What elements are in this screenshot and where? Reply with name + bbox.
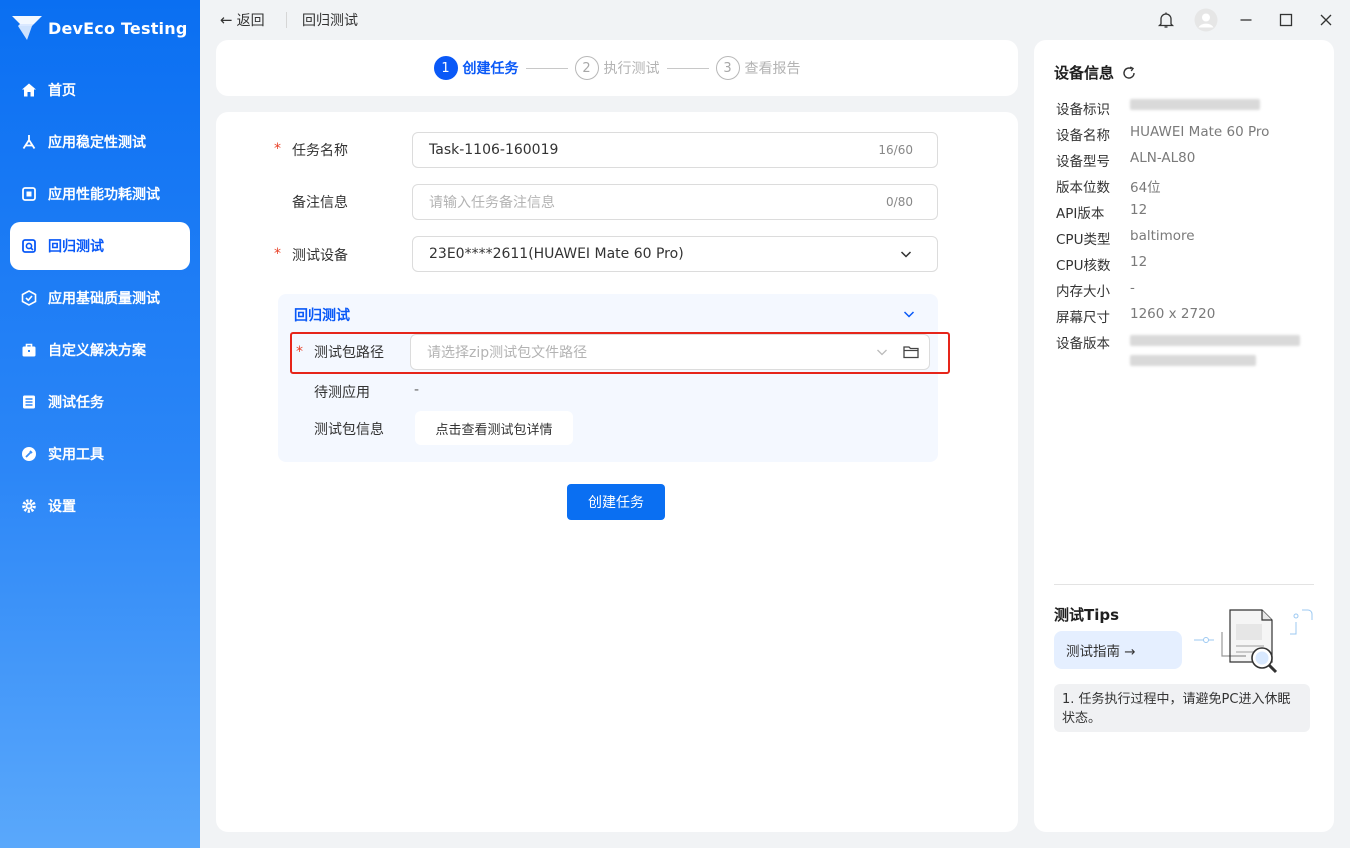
sidebar-item-settings[interactable]: 设置 <box>10 482 190 530</box>
title-bar: ← 返回 回归测试 <box>200 0 1350 40</box>
device-info-row: 设备版本 <box>1056 332 1300 366</box>
back-button[interactable]: ← 返回 <box>220 10 265 30</box>
tools-icon <box>20 445 38 463</box>
form-card: * 任务名称 Task-1106-160019 16/60 备注信息 请输入任务… <box>216 112 1018 832</box>
sidebar-item-performance[interactable]: 应用性能功耗测试 <box>10 170 190 218</box>
deveco-logo-icon <box>12 16 42 40</box>
refresh-icon[interactable] <box>1122 65 1136 80</box>
stepper: 1 创建任务 2 执行测试 3 查看报告 <box>216 40 1018 96</box>
device-info-row: 设备名称 HUAWEI Mate 60 Pro <box>1056 124 1270 144</box>
remark-input[interactable]: 请输入任务备注信息 0/80 <box>412 184 938 220</box>
sidebar-item-label: 自定义解决方案 <box>48 343 146 359</box>
required-asterisk: * <box>274 246 281 262</box>
regression-section: 回归测试 * 测试包路径 请选择zip测试包文件路径 待测应用 - 测试包信息 … <box>278 294 950 462</box>
page-title: 回归测试 <box>302 13 358 29</box>
divider <box>1054 584 1314 585</box>
step-create-task: 1 创建任务 <box>433 56 519 80</box>
target-app-value: - <box>414 382 420 398</box>
test-guide-button[interactable]: 测试指南 → <box>1054 631 1182 669</box>
create-task-button[interactable]: 创建任务 <box>567 484 665 520</box>
device-info-row: 版本位数 64位 <box>1056 180 1161 196</box>
quality-check-icon <box>20 289 38 307</box>
arrow-left-icon: ← <box>220 11 233 29</box>
remark-label: 备注信息 <box>292 195 348 211</box>
gear-icon <box>20 497 38 515</box>
char-count: 0/80 <box>886 195 913 209</box>
view-package-details-button[interactable]: 点击查看测试包详情 <box>415 411 573 445</box>
device-info-row: 屏幕尺寸 1260 x 2720 <box>1056 306 1216 326</box>
steps-card: 1 创建任务 2 执行测试 3 查看报告 <box>216 40 1018 96</box>
step-connector <box>666 67 709 69</box>
device-info-row: 设备型号 ALN-AL80 <box>1056 150 1196 170</box>
minimize-icon[interactable] <box>1234 8 1258 32</box>
sidebar-item-label: 设置 <box>48 499 76 515</box>
section-title: 回归测试 <box>294 308 350 324</box>
stability-icon <box>20 133 38 151</box>
required-asterisk: * <box>274 141 281 157</box>
device-info-panel: 设备信息 设备标识 设备名称 HUAWEI Mate 60 Pro 设备型号 A… <box>1034 40 1334 832</box>
sidebar-item-label: 回归测试 <box>48 239 104 255</box>
sidebar-item-quality[interactable]: 应用基础质量测试 <box>10 274 190 322</box>
step-connector <box>525 67 568 69</box>
remark-placeholder: 请输入任务备注信息 <box>429 195 555 211</box>
avatar[interactable] <box>1194 8 1218 32</box>
task-name-label: 任务名称 <box>292 143 348 159</box>
device-value: 23E0****2611(HUAWEI Mate 60 Pro) <box>429 246 684 262</box>
bell-icon[interactable] <box>1154 8 1178 32</box>
close-icon[interactable] <box>1314 8 1338 32</box>
app-name: DevEco Testing <box>48 18 188 38</box>
sidebar-item-custom-solution[interactable]: 自定义解决方案 <box>10 326 190 374</box>
title-separator <box>286 12 287 28</box>
device-info-row: CPU类型 baltimore <box>1056 228 1195 248</box>
sidebar-item-label: 实用工具 <box>48 447 104 463</box>
task-name-value: Task-1106-160019 <box>429 142 559 158</box>
blurred-value <box>1130 98 1260 118</box>
sidebar-item-label: 应用稳定性测试 <box>48 135 146 151</box>
task-list-icon <box>20 393 38 411</box>
tips-title: 测试Tips <box>1054 606 1120 624</box>
app-logo: DevEco Testing <box>10 12 187 44</box>
sidebar-item-label: 应用基础质量测试 <box>48 291 160 307</box>
sidebar-item-home[interactable]: 首页 <box>10 66 190 114</box>
document-search-illustration-icon <box>1194 609 1313 674</box>
collapse-chevron-icon[interactable] <box>902 307 916 321</box>
sidebar-item-label: 应用性能功耗测试 <box>48 187 160 203</box>
device-label: 测试设备 <box>292 248 348 264</box>
device-info-row: CPU核数 12 <box>1056 254 1148 274</box>
sidebar-item-label: 首页 <box>48 83 76 99</box>
device-info-row: API版本 12 <box>1056 202 1148 222</box>
regression-icon <box>20 237 38 255</box>
tip-item: 1. 任务执行过程中，请避免PC进入休眠状态。 <box>1054 684 1310 732</box>
back-label: 返回 <box>236 13 265 29</box>
package-info-label: 测试包信息 <box>314 422 384 438</box>
highlight-box <box>290 332 950 374</box>
step-execute-test: 2 执行测试 <box>574 56 660 80</box>
step-view-report: 3 查看报告 <box>715 56 801 80</box>
sidebar-item-test-tasks[interactable]: 测试任务 <box>10 378 190 426</box>
task-name-input[interactable]: Task-1106-160019 16/60 <box>412 132 938 168</box>
performance-icon <box>20 185 38 203</box>
sidebar-item-label: 测试任务 <box>48 395 104 411</box>
device-info-title: 设备信息 <box>1054 62 1136 83</box>
target-app-label: 待测应用 <box>314 385 370 401</box>
sidebar-item-stability[interactable]: 应用稳定性测试 <box>10 118 190 166</box>
sidebar-item-regression[interactable]: 回归测试 <box>10 222 190 270</box>
chevron-down-icon <box>900 251 912 258</box>
device-select[interactable]: 23E0****2611(HUAWEI Mate 60 Pro) <box>412 236 938 272</box>
home-icon <box>20 81 38 99</box>
device-info-row: 设备标识 <box>1056 98 1260 118</box>
sidebar-item-tools[interactable]: 实用工具 <box>10 430 190 478</box>
blurred-value <box>1130 332 1300 366</box>
sidebar: DevEco Testing 首页 应用稳定性测试 应用性能功耗测试 回归测试 … <box>0 0 200 848</box>
maximize-icon[interactable] <box>1274 8 1298 32</box>
device-info-row: 内存大小 - <box>1056 280 1135 300</box>
char-count: 16/60 <box>878 143 913 157</box>
briefcase-icon <box>20 341 38 359</box>
